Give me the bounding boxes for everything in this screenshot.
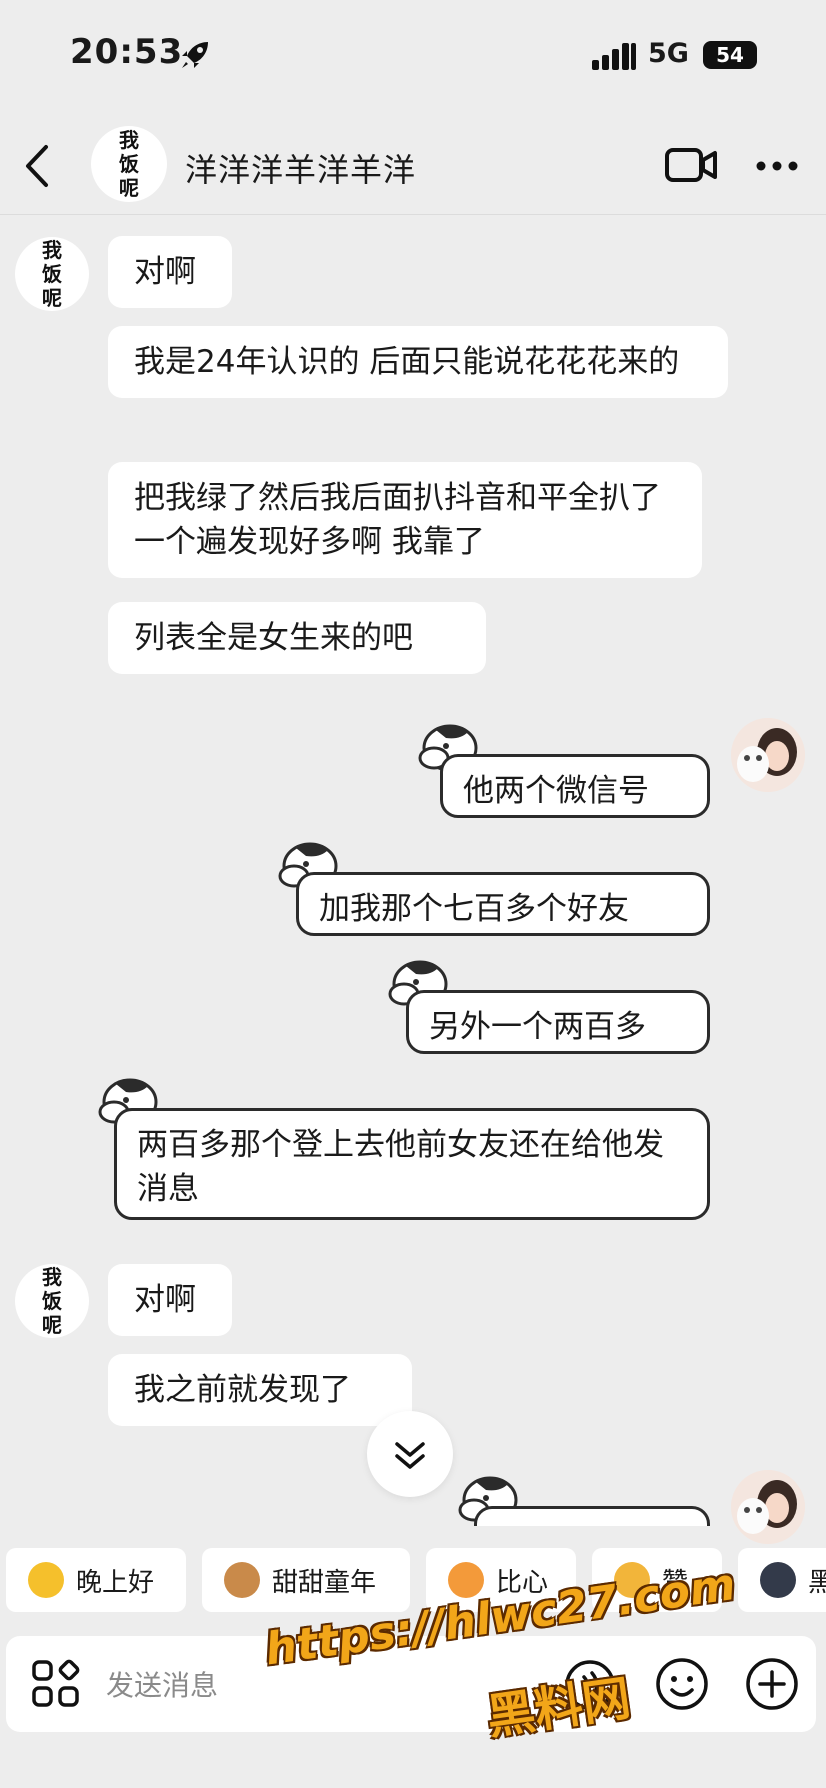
scroll-to-bottom-button[interactable]	[367, 1411, 453, 1497]
chat-header: 我 饭 呢 洋洋洋羊洋羊洋	[0, 115, 826, 215]
quick-reply-chip[interactable]: 黑	[738, 1548, 826, 1612]
status-bar: 20:53 5G 54	[0, 0, 826, 110]
double-chevron-down-icon	[395, 1442, 425, 1469]
self-avatar-image	[731, 718, 805, 792]
self-avatar[interactable]	[731, 1470, 805, 1544]
status-time: 20:53	[70, 32, 184, 72]
chip-label: 晚上好	[76, 1567, 155, 1598]
avatar-char: 饭	[42, 262, 62, 286]
contact-name[interactable]: 洋洋洋羊洋羊洋	[185, 145, 416, 191]
chip-label: 黑	[808, 1567, 826, 1598]
message-input[interactable]: 发送消息	[106, 1664, 218, 1704]
quick-reply-chip[interactable]: 甜甜童年	[202, 1548, 410, 1612]
signal-icon	[592, 43, 636, 70]
self-avatar-image	[731, 1470, 805, 1544]
message-bubble[interactable]: 把我绿了然后我后面扒抖音和平全扒了一个遍发现好多啊 我靠了	[108, 462, 702, 578]
message-bubble[interactable]: 我是24年认识的 后面只能说花花花来的	[108, 326, 728, 398]
video-call-icon[interactable]	[665, 145, 717, 185]
message-text: 那个现实的	[474, 1506, 710, 1526]
message-text: 另外一个两百多	[406, 990, 710, 1054]
self-avatar[interactable]	[731, 718, 805, 792]
battery-icon: 54	[703, 41, 757, 69]
avatar-char: 呢	[42, 286, 62, 310]
avatar-char: 饭	[119, 152, 139, 176]
avatar-char: 呢	[42, 1313, 62, 1337]
rocket-icon	[182, 42, 208, 68]
dark-emoji-icon	[760, 1562, 796, 1598]
message-bubble-right[interactable]: 他两个微信号	[412, 718, 712, 822]
contact-avatar[interactable]: 我 饭 呢	[15, 1264, 89, 1338]
network-label: 5G	[648, 38, 689, 69]
message-bubble[interactable]: 列表全是女生来的吧	[108, 602, 486, 674]
emoji-icon[interactable]	[654, 1656, 710, 1712]
star-emoji-icon	[28, 1562, 64, 1598]
more-icon[interactable]	[755, 160, 799, 172]
avatar-char: 我	[42, 1265, 62, 1289]
horse-emoji-icon	[224, 1562, 260, 1598]
message-text: 两百多那个登上去他前女友还在给他发消息	[114, 1108, 710, 1220]
message-bubble-right[interactable]: 两百多那个登上去他前女友还在给他发消息	[92, 1072, 712, 1224]
message-bubble-right[interactable]: 加我那个七百多个好友	[272, 836, 712, 940]
contact-avatar[interactable]: 我 饭 呢	[15, 237, 89, 311]
message-bubble-right[interactable]: 那个现实的	[452, 1470, 714, 1526]
avatar-char: 饭	[42, 1289, 62, 1313]
message-text: 加我那个七百多个好友	[296, 872, 710, 936]
back-icon[interactable]	[22, 143, 52, 189]
avatar-char: 我	[42, 238, 62, 262]
heart-hand-emoji-icon	[448, 1562, 484, 1598]
message-bubble[interactable]: 对啊	[108, 1264, 232, 1336]
contact-avatar[interactable]: 我 饭 呢	[91, 126, 167, 202]
message-bubble-right[interactable]: 另外一个两百多	[382, 954, 712, 1058]
chip-label: 甜甜童年	[272, 1567, 377, 1598]
avatar-char: 呢	[119, 176, 139, 200]
message-bubble[interactable]: 对啊	[108, 236, 232, 308]
message-text: 他两个微信号	[440, 754, 710, 818]
quick-reply-chip[interactable]: 晚上好	[6, 1548, 186, 1612]
apps-icon[interactable]	[31, 1659, 81, 1709]
plus-icon[interactable]	[744, 1656, 800, 1712]
avatar-char: 我	[119, 128, 139, 152]
